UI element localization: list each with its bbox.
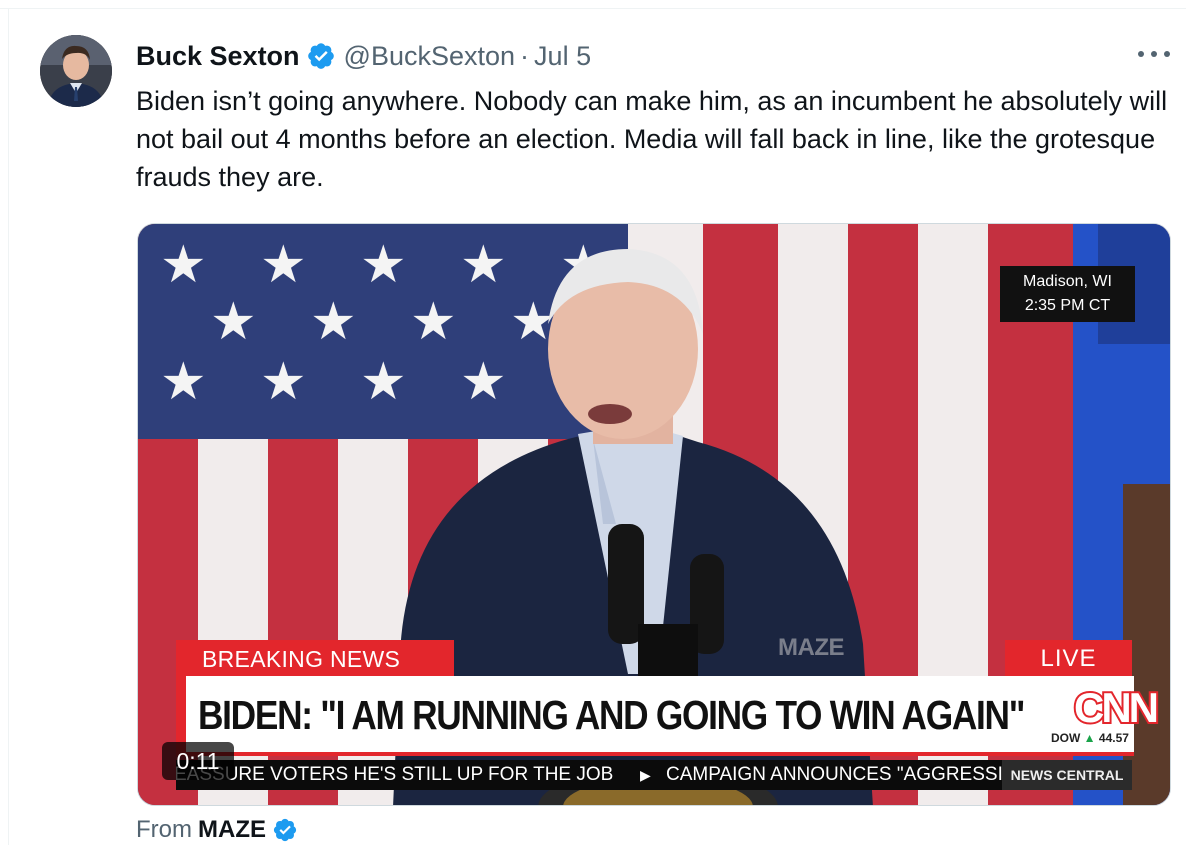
video-duration: 0:11	[162, 742, 234, 780]
svg-text:★: ★	[160, 352, 207, 412]
svg-text:★: ★	[360, 235, 407, 295]
local-time-label: 2:35 PM CT	[1024, 297, 1111, 314]
tweet-date[interactable]: Jul 5	[534, 41, 591, 72]
svg-text:★: ★	[410, 292, 457, 352]
dow-value: 44.57	[1098, 731, 1129, 745]
attribution-source[interactable]: MAZE	[198, 816, 266, 844]
svg-text:★: ★	[460, 352, 507, 412]
chyron-headline: BIDEN: "I AM RUNNING AND GOING TO WIN AG…	[198, 692, 1025, 738]
live-badge: LIVE	[1005, 640, 1132, 678]
svg-text:★: ★	[160, 235, 207, 295]
svg-text:★: ★	[310, 292, 357, 352]
svg-text:★: ★	[260, 352, 307, 412]
avatar-photo	[40, 35, 112, 107]
left-divider	[8, 8, 9, 845]
cnn-logo-icon: CNN	[1072, 684, 1162, 730]
watermark: MAZE	[778, 634, 845, 661]
channel-label: NEWS CENTRAL	[1002, 760, 1132, 790]
more-dot	[1138, 51, 1144, 57]
top-divider	[0, 8, 1186, 9]
dow-indicator: DOW ▲ 44.57	[1051, 731, 1129, 745]
tweet-header: Buck Sexton @BuckSexton · Jul 5	[136, 38, 591, 74]
breaking-news-label: BREAKING NEWS	[176, 640, 454, 678]
location-time-box: Madison, WI 2:35 PM CT	[1000, 266, 1135, 322]
cnn-logo-text: CNN	[1074, 684, 1157, 730]
svg-text:★: ★	[260, 235, 307, 295]
more-options-icon[interactable]	[1138, 44, 1170, 64]
attribution-prefix: From	[136, 816, 192, 843]
ticker-item: EASSURE VOTERS HE'S STILL UP FOR THE JOB	[176, 764, 614, 785]
ticker-item: CAMPAIGN ANNOUNCES "AGGRESSI	[666, 764, 1002, 785]
chyron: BIDEN: "I AM RUNNING AND GOING TO WIN AG…	[176, 676, 1162, 756]
header-separator: ·	[520, 40, 530, 71]
verified-badge-icon	[273, 818, 297, 842]
location-label: Madison, WI	[1023, 273, 1112, 290]
more-dot	[1151, 51, 1157, 57]
video-player[interactable]: ★ ★ ★ ★ ★ ★ ★ ★ ★ ★ ★ ★ ★	[137, 223, 1171, 806]
up-arrow-icon: ▲	[1083, 731, 1096, 745]
svg-text:★: ★	[460, 235, 507, 295]
svg-text:★: ★	[210, 292, 257, 352]
more-dot	[1164, 51, 1170, 57]
svg-text:★: ★	[360, 352, 407, 412]
verified-badge-icon	[307, 43, 334, 69]
media-attribution: From MAZE	[136, 816, 298, 844]
avatar[interactable]	[40, 35, 112, 107]
news-ticker: EASSURE VOTERS HE'S STILL UP FOR THE JOB…	[176, 760, 1002, 790]
dow-label: DOW	[1051, 731, 1081, 745]
author-handle[interactable]: @BuckSexton	[344, 41, 516, 72]
ticker-arrow-icon: ▶	[640, 767, 651, 783]
author-name[interactable]: Buck Sexton	[136, 41, 300, 72]
tweet-text: Biden isn’t going anywhere. Nobody can m…	[136, 86, 1168, 192]
